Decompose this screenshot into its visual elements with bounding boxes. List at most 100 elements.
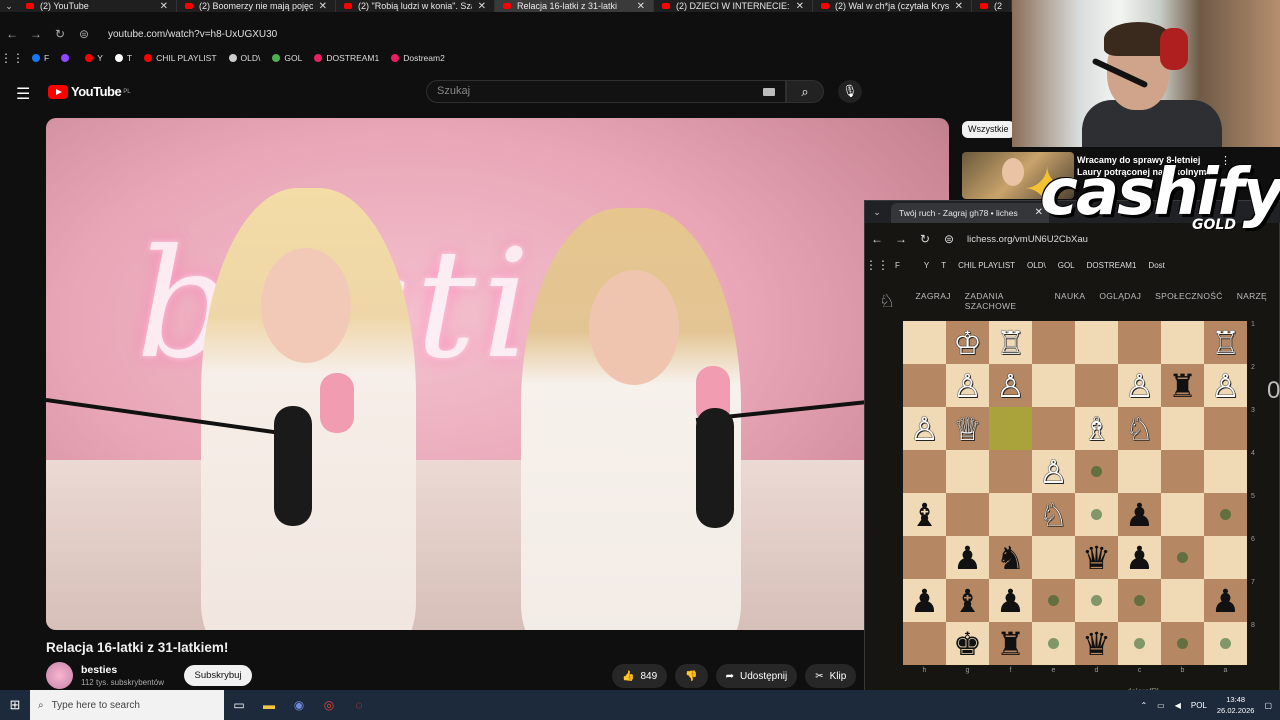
- board-square[interactable]: [903, 536, 946, 579]
- channel-avatar[interactable]: [46, 662, 73, 689]
- board-square[interactable]: ♔: [946, 321, 989, 364]
- white-bishop-icon[interactable]: ♗: [1082, 413, 1111, 445]
- site-info-icon[interactable]: ⊜: [937, 232, 961, 246]
- network-icon[interactable]: ▭: [1157, 701, 1165, 710]
- black-king-icon[interactable]: ♚: [953, 628, 982, 660]
- legal-move-dot[interactable]: [1048, 595, 1059, 606]
- close-tab-icon[interactable]: ✕: [796, 1, 804, 12]
- close-tab-icon[interactable]: ✕: [955, 1, 963, 12]
- forward-icon[interactable]: →: [24, 27, 48, 41]
- board-square[interactable]: ♕: [946, 407, 989, 450]
- search-input[interactable]: Szukaj: [426, 80, 786, 103]
- app-icon[interactable]: ◌: [344, 690, 374, 720]
- voice-search-icon[interactable]: 🎙: [838, 80, 862, 103]
- board-square[interactable]: ♝: [946, 579, 989, 622]
- board-square[interactable]: ♟: [946, 536, 989, 579]
- discord-icon[interactable]: ◉: [284, 690, 314, 720]
- board-square[interactable]: [1032, 364, 1075, 407]
- board-square[interactable]: ♖: [989, 321, 1032, 364]
- lichess-menu-item[interactable]: ZAGRAJ: [915, 291, 950, 311]
- site-info-icon[interactable]: ⊜: [72, 27, 96, 41]
- board-square[interactable]: [903, 321, 946, 364]
- keyboard-icon[interactable]: [763, 88, 775, 96]
- bookmark-item[interactable]: GOL: [1058, 261, 1075, 270]
- board-square[interactable]: ♙: [989, 364, 1032, 407]
- volume-icon[interactable]: ◀: [1175, 701, 1181, 710]
- white-pawn-icon[interactable]: ♙: [1125, 370, 1154, 402]
- white-pawn-icon[interactable]: ♙: [1211, 370, 1240, 402]
- black-knight-icon[interactable]: ♞: [996, 542, 1025, 574]
- board-square[interactable]: [1075, 321, 1118, 364]
- board-square[interactable]: ♟: [903, 579, 946, 622]
- apps-grid-icon[interactable]: ⋮⋮: [865, 258, 889, 272]
- clip-button[interactable]: ✂ Klip: [805, 664, 857, 688]
- board-square[interactable]: [1204, 493, 1247, 536]
- bookmark-item[interactable]: DOSTREAM1: [1087, 261, 1137, 270]
- tab-search-icon[interactable]: ⌄: [865, 207, 889, 218]
- back-icon[interactable]: ←: [0, 27, 24, 41]
- browser-tab[interactable]: (2) DZIECI W INTERNECIE: GDZ✕: [654, 0, 813, 12]
- bookmark-item[interactable]: Y: [924, 261, 929, 270]
- board-square[interactable]: [1118, 579, 1161, 622]
- filter-chip-all[interactable]: Wszystkie: [962, 121, 1015, 138]
- board-square[interactable]: [1161, 622, 1204, 665]
- board-square[interactable]: [989, 407, 1032, 450]
- hamburger-menu-icon[interactable]: ☰: [16, 84, 30, 104]
- forward-icon[interactable]: →: [889, 232, 913, 246]
- white-pawn-icon[interactable]: ♙: [1039, 456, 1068, 488]
- board-square[interactable]: [1075, 364, 1118, 407]
- board-square[interactable]: [1161, 493, 1204, 536]
- board-square[interactable]: [1204, 536, 1247, 579]
- board-square[interactable]: ♗: [1075, 407, 1118, 450]
- black-pawn-icon[interactable]: ♟: [1211, 585, 1240, 617]
- white-pawn-icon[interactable]: ♙: [910, 413, 939, 445]
- bookmark-item[interactable]: Dostream2: [391, 53, 445, 63]
- channel-name[interactable]: besties: [81, 664, 117, 676]
- white-rook-icon[interactable]: ♖: [1211, 327, 1240, 359]
- taskbar-search-input[interactable]: ⌕ Type here to search: [30, 690, 224, 720]
- board-square[interactable]: ♟: [1118, 536, 1161, 579]
- lichess-logo-icon[interactable]: ♘: [879, 291, 895, 312]
- legal-move-dot[interactable]: [1177, 638, 1188, 649]
- board-square[interactable]: ♛: [1075, 536, 1118, 579]
- board-square[interactable]: [1075, 450, 1118, 493]
- like-button[interactable]: 👍 849: [612, 664, 668, 688]
- bookmark-item[interactable]: F: [32, 53, 49, 63]
- board-square[interactable]: ♞: [989, 536, 1032, 579]
- close-tab-icon[interactable]: ✕: [319, 1, 327, 12]
- board-square[interactable]: [1032, 622, 1075, 665]
- lichess-menu-item[interactable]: NARZĘ: [1237, 291, 1267, 311]
- board-square[interactable]: ♙: [903, 407, 946, 450]
- black-pawn-icon[interactable]: ♟: [1125, 499, 1154, 531]
- board-square[interactable]: ♖: [1204, 321, 1247, 364]
- board-square[interactable]: ♙: [1118, 364, 1161, 407]
- lichess-menu-item[interactable]: SPOŁECZNOŚĆ: [1155, 291, 1223, 311]
- board-square[interactable]: [946, 493, 989, 536]
- bookmark-item[interactable]: CHIL PLAYLIST: [144, 53, 217, 63]
- black-pawn-icon[interactable]: ♟: [910, 585, 939, 617]
- board-square[interactable]: [1075, 579, 1118, 622]
- chess-board[interactable]: ♔ ♖ ♖ ♙ ♙ ♙ ♜ ♙ ♙ ♕ ♗ ♘ ♙ ♝ ♘ ♟ ♟ ♞ ♛ ♟ ♟ ♝ ♟ ♟ ♚ ♜ ♛: [903, 321, 1247, 665]
- apps-grid-icon[interactable]: ⋮⋮: [0, 51, 24, 65]
- board-square[interactable]: ♙: [1204, 364, 1247, 407]
- tab-search-icon[interactable]: ⌄: [0, 0, 18, 12]
- board-square[interactable]: [1161, 536, 1204, 579]
- youtube-logo[interactable]: YouTube PL: [48, 84, 131, 99]
- board-square[interactable]: [903, 450, 946, 493]
- board-square[interactable]: ♟: [989, 579, 1032, 622]
- white-knight-icon[interactable]: ♘: [1125, 413, 1154, 445]
- bookmark-item[interactable]: GOL: [272, 53, 302, 63]
- legal-move-dot[interactable]: [1134, 595, 1145, 606]
- black-rook-icon[interactable]: ♜: [1168, 370, 1197, 402]
- close-tab-icon[interactable]: ✕: [160, 1, 168, 12]
- language-indicator[interactable]: POL: [1191, 701, 1207, 710]
- notification-icon[interactable]: ▢: [1264, 701, 1272, 710]
- video-player[interactable]: besties: [46, 118, 949, 630]
- share-button[interactable]: ➦ Udostępnij: [715, 664, 798, 688]
- white-queen-icon[interactable]: ♕: [953, 413, 982, 445]
- board-square[interactable]: ♘: [1118, 407, 1161, 450]
- board-square[interactable]: [946, 450, 989, 493]
- board-square[interactable]: [1161, 450, 1204, 493]
- legal-move-dot[interactable]: [1220, 638, 1231, 649]
- black-pawn-icon[interactable]: ♟: [996, 585, 1025, 617]
